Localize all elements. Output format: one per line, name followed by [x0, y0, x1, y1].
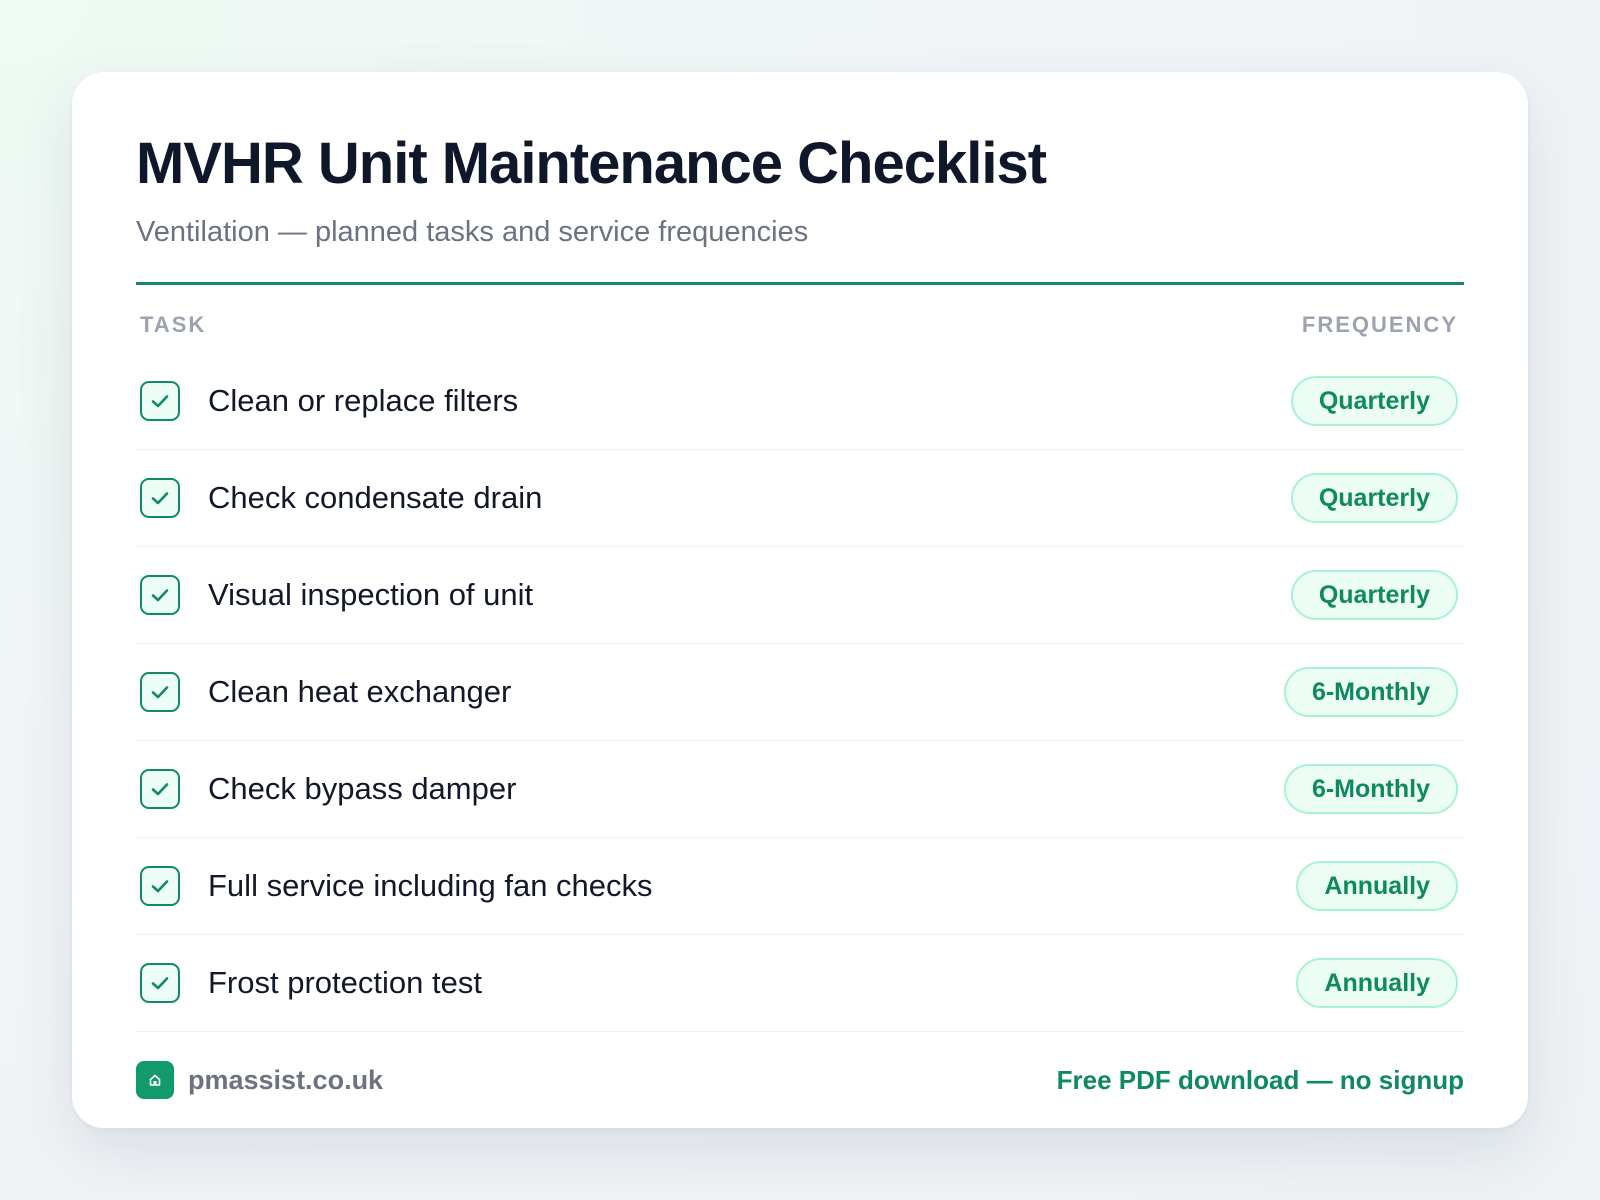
- column-header-task: TASK: [140, 312, 207, 337]
- task-checkbox[interactable]: [140, 963, 180, 1003]
- frequency-badge: Quarterly: [1290, 376, 1458, 426]
- task-cell: Frost protection test: [140, 963, 482, 1003]
- task-checkbox[interactable]: [140, 769, 180, 809]
- column-header-frequency: FREQUENCY: [1301, 312, 1458, 337]
- frequency-badge: 6-Monthly: [1283, 764, 1458, 814]
- task-cell: Full service including fan checks: [140, 866, 653, 906]
- check-icon: [151, 977, 169, 990]
- task-label: Check bypass damper: [208, 771, 517, 806]
- task-checkbox[interactable]: [140, 672, 180, 712]
- table-row: Frost protection test Annually: [136, 935, 1464, 1032]
- task-label: Clean heat exchanger: [208, 674, 512, 709]
- frequency-badge: Annually: [1296, 958, 1458, 1008]
- task-cell: Visual inspection of unit: [140, 575, 533, 615]
- task-checkbox[interactable]: [140, 575, 180, 615]
- house-icon: [136, 1061, 174, 1099]
- table-row: Clean or replace filters Quarterly: [136, 353, 1464, 450]
- task-cell: Check condensate drain: [140, 478, 542, 518]
- task-cell: Clean or replace filters: [140, 381, 518, 421]
- page-title: MVHR Unit Maintenance Checklist: [136, 131, 1047, 196]
- task-checkbox[interactable]: [140, 478, 180, 518]
- brand-name: pmassist.co.uk: [188, 1064, 384, 1095]
- check-icon: [151, 783, 169, 796]
- table-row: Visual inspection of unit Quarterly: [136, 547, 1464, 644]
- table-header: TASK FREQUENCY: [136, 297, 1464, 353]
- brand[interactable]: pmassist.co.uk: [136, 1061, 383, 1099]
- frequency-badge: Annually: [1296, 861, 1458, 911]
- frequency-badge: 6-Monthly: [1283, 667, 1458, 717]
- table-row: Check bypass damper 6-Monthly: [136, 741, 1464, 838]
- check-icon: [151, 686, 169, 699]
- task-list: Clean or replace filters Quarterly Check…: [136, 353, 1464, 1032]
- check-icon: [151, 395, 169, 408]
- check-icon: [151, 589, 169, 602]
- task-label: Visual inspection of unit: [208, 577, 534, 612]
- task-label: Full service including fan checks: [208, 868, 653, 903]
- task-label: Frost protection test: [208, 965, 482, 1000]
- task-checkbox[interactable]: [140, 866, 180, 906]
- table-row: Clean heat exchanger 6-Monthly: [136, 644, 1464, 741]
- task-label: Clean or replace filters: [208, 383, 519, 418]
- card-footer: pmassist.co.uk Free PDF download — no si…: [136, 1032, 1464, 1128]
- header-divider: [136, 282, 1464, 285]
- frequency-badge: Quarterly: [1290, 473, 1458, 523]
- frequency-badge: Quarterly: [1290, 570, 1458, 620]
- task-label: Check condensate drain: [208, 480, 543, 515]
- task-checkbox[interactable]: [140, 381, 180, 421]
- checklist-card: MVHR Unit Maintenance Checklist Ventilat…: [72, 72, 1528, 1128]
- pdf-download-link[interactable]: Free PDF download — no signup: [1057, 1065, 1464, 1096]
- check-icon: [151, 492, 169, 505]
- page-subtitle: Ventilation — planned tasks and service …: [136, 216, 809, 248]
- task-cell: Clean heat exchanger: [140, 672, 511, 712]
- table-row: Check condensate drain Quarterly: [136, 450, 1464, 547]
- task-cell: Check bypass damper: [140, 769, 516, 809]
- table-row: Full service including fan checks Annual…: [136, 838, 1464, 935]
- check-icon: [151, 880, 169, 893]
